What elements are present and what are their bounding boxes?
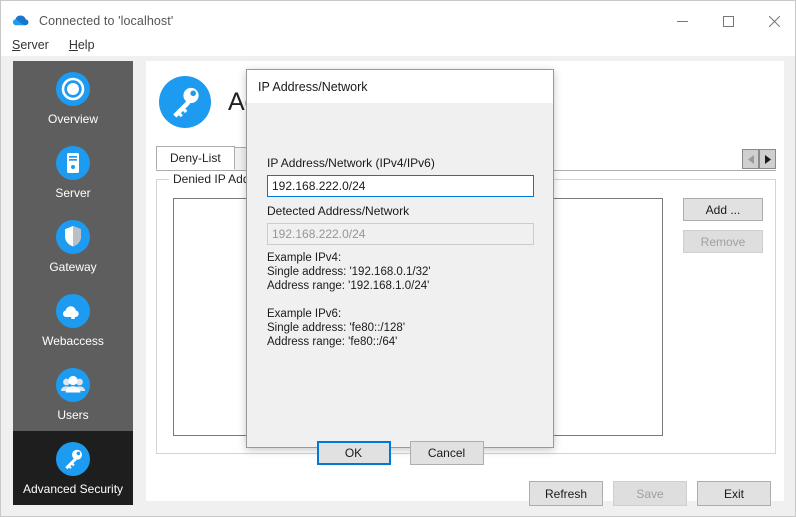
ip-address-input[interactable] <box>267 175 534 197</box>
sidebar-item-overview-label: Overview <box>47 112 98 126</box>
menu-item-help[interactable]: Help <box>60 36 104 54</box>
sidebar-item-users[interactable]: Users <box>13 357 133 431</box>
list-action-buttons: Add ... Remove <box>683 198 763 262</box>
ip-address-dialog: IP Address/Network IP Address/Network (I… <box>246 69 554 465</box>
detected-address-input <box>267 223 534 245</box>
dialog-body: IP Address/Network (IPv4/IPv6) Detected … <box>247 103 553 465</box>
tab-deny-list-label: Deny-List <box>170 151 221 165</box>
cloud-upload-icon <box>54 292 92 330</box>
dialog-ok-button[interactable]: OK <box>316 441 391 465</box>
sidebar: Overview Server Gateway Webaccess Users … <box>13 61 133 505</box>
dialog-title-bar: IP Address/Network <box>247 70 553 103</box>
sidebar-item-advanced-security-label: Advanced Security <box>22 482 124 496</box>
menu-bar: Server Help <box>1 34 795 56</box>
key-icon <box>54 440 92 478</box>
sidebar-item-users-label: Users <box>57 408 89 422</box>
dialog-cancel-button[interactable]: Cancel <box>409 441 484 465</box>
tab-scroll-left-button[interactable] <box>742 149 759 169</box>
sidebar-item-overview[interactable]: Overview <box>13 61 133 135</box>
save-button[interactable]: Save <box>613 481 687 506</box>
menu-item-server-label: erver <box>20 38 49 52</box>
server-tower-icon <box>54 144 92 182</box>
sidebar-item-server-label: Server <box>55 186 91 200</box>
ip-address-field-label: IP Address/Network (IPv4/IPv6) <box>267 156 435 170</box>
menu-item-help-label: elp <box>77 38 95 52</box>
sidebar-item-gateway-label: Gateway <box>49 260 97 274</box>
remove-button[interactable]: Remove <box>683 230 763 253</box>
denied-ip-group-title: Denied IP Addr <box>169 172 258 186</box>
sidebar-item-server[interactable]: Server <box>13 135 133 209</box>
sidebar-item-advanced-security[interactable]: Advanced Security <box>13 431 133 505</box>
tab-scroll-right-button[interactable] <box>759 149 776 169</box>
refresh-button[interactable]: Refresh <box>529 481 603 506</box>
application-window: Connected to 'localhost' Server Help Ove… <box>0 0 796 517</box>
sidebar-item-webaccess-label: Webaccess <box>42 334 104 348</box>
exit-button[interactable]: Exit <box>697 481 771 506</box>
dialog-buttons: OK Cancel <box>247 441 553 465</box>
tab-scroll-controls <box>742 148 776 170</box>
page-header: Ad <box>156 69 259 135</box>
dialog-title: IP Address/Network <box>258 79 368 94</box>
shield-icon <box>54 218 92 256</box>
window-title: Connected to 'localhost' <box>39 14 174 28</box>
add-button[interactable]: Add ... <box>683 198 763 221</box>
sidebar-item-webaccess[interactable]: Webaccess <box>13 283 133 357</box>
ipv6-example-hint: Example IPv6: Single address: 'fe80::/12… <box>267 308 406 348</box>
detected-address-label: Detected Address/Network <box>267 204 410 218</box>
ipv4-example-hint: Example IPv4: Single address: '192.168.0… <box>267 252 431 292</box>
key-icon <box>156 73 214 131</box>
sidebar-item-gateway[interactable]: Gateway <box>13 209 133 283</box>
users-icon <box>54 366 92 404</box>
tab-deny-list[interactable]: Deny-List <box>156 146 235 170</box>
cloud-icon <box>11 11 31 31</box>
overview-circle-icon <box>54 70 92 108</box>
footer-buttons: Refresh Save Exit <box>529 481 771 506</box>
menu-item-server[interactable]: Server <box>3 36 58 54</box>
